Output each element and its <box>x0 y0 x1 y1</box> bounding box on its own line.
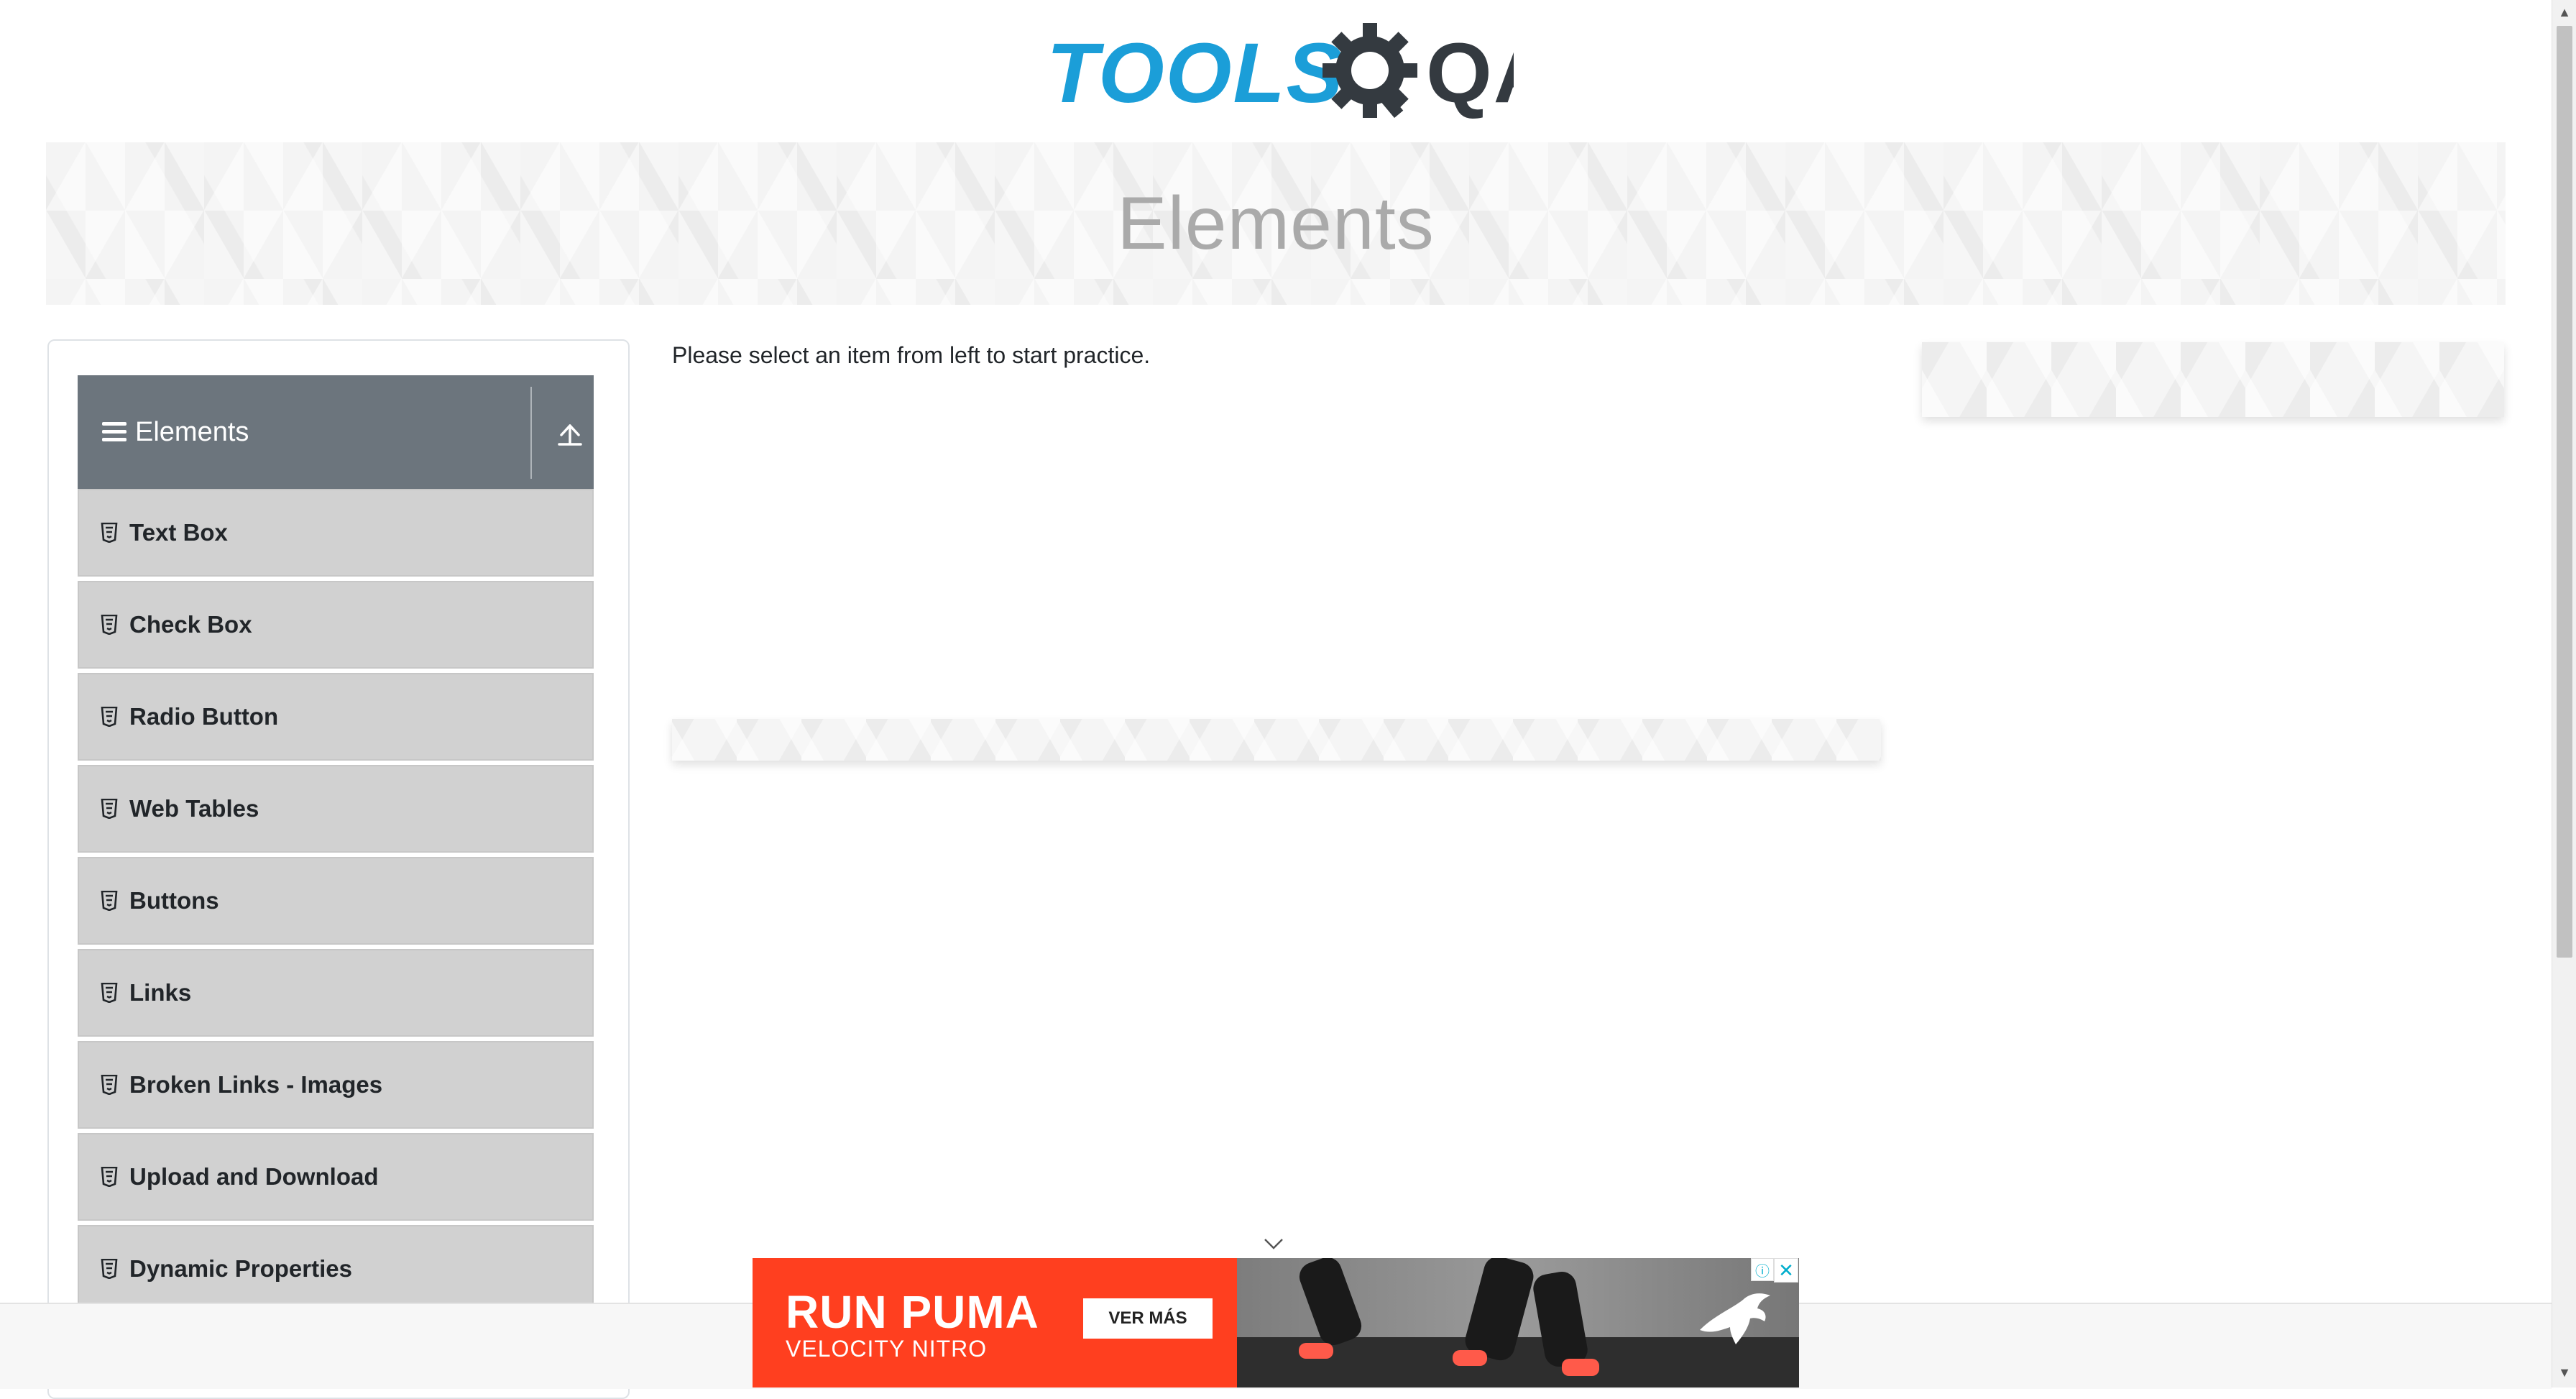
sidebar-item-label: Check Box <box>129 611 252 638</box>
logo-qa-text: QA <box>1426 26 1514 121</box>
sidebar-item-label: Links <box>129 979 192 1006</box>
practice-prompt: Please select an item from left to start… <box>672 342 1151 368</box>
html5-icon <box>101 1075 118 1095</box>
sidebar-item-upload-and-download[interactable]: Upload and Download <box>78 1133 594 1221</box>
sidebar-item-links[interactable]: Links <box>78 949 594 1037</box>
sidebar-group-header-elements[interactable]: Elements <box>78 375 594 489</box>
sidebar-item-label: Web Tables <box>129 795 259 822</box>
html5-icon <box>101 891 118 911</box>
shoe-shape <box>1299 1343 1333 1359</box>
sidebar-item-radio-button[interactable]: Radio Button <box>78 673 594 761</box>
html5-icon <box>101 1259 118 1279</box>
ad-subline: VELOCITY NITRO <box>786 1336 988 1362</box>
ad-placeholder-right <box>1922 342 2504 417</box>
html5-icon <box>101 1167 118 1187</box>
ad-close-icon[interactable]: ✕ <box>1774 1258 1798 1283</box>
html5-icon <box>101 983 118 1003</box>
sidebar-menu: Text Box Check Box Radio Button Web Tabl… <box>78 489 594 1317</box>
sidebar-item-label: Broken Links - Images <box>129 1071 383 1098</box>
ad-cta-button[interactable]: VER MÁS <box>1083 1298 1213 1339</box>
sidebar-item-dynamic-properties[interactable]: Dynamic Properties <box>78 1225 594 1313</box>
sidebar-item-check-box[interactable]: Check Box <box>78 581 594 669</box>
sidebar-item-label: Radio Button <box>129 703 279 730</box>
logo-text: TOOLS <box>1046 26 1344 121</box>
ad-headline: RUN PUMA <box>786 1286 1039 1338</box>
shoe-shape <box>1453 1350 1487 1366</box>
sidebar-group-title: Elements <box>135 416 249 447</box>
html5-icon <box>101 707 118 727</box>
scroll-up-arrow-icon[interactable]: ▲ <box>2558 6 2571 19</box>
sidebar-item-web-tables[interactable]: Web Tables <box>78 765 594 853</box>
html5-icon <box>101 523 118 543</box>
html5-icon <box>101 615 118 635</box>
sidebar-item-buttons[interactable]: Buttons <box>78 857 594 945</box>
toolsqa-logo[interactable]: TOOLS QA <box>1046 22 1555 129</box>
sidebar-item-broken-links-images[interactable]: Broken Links - Images <box>78 1041 594 1129</box>
page-banner: Elements <box>46 142 2506 305</box>
scroll-down-arrow-icon[interactable]: ▼ <box>2558 1366 2571 1379</box>
upload-arrow-icon[interactable] <box>552 416 588 451</box>
page: TOOLS QA Elements <box>0 0 2552 1399</box>
puma-ad-banner[interactable]: RUN PUMA VELOCITY NITRO VER MÁS <box>753 1258 1799 1387</box>
sidebar-item-label: Dynamic Properties <box>129 1255 352 1282</box>
ad-info-icon[interactable]: ⓘ <box>1751 1258 1774 1281</box>
vertical-scrollbar[interactable]: ▲ ▼ <box>2552 0 2576 1387</box>
scrollbar-thumb[interactable] <box>2557 26 2572 958</box>
sidebar-item-label: Buttons <box>129 887 219 914</box>
sidebar-item-label: Upload and Download <box>129 1163 379 1190</box>
ad-text-panel: RUN PUMA VELOCITY NITRO VER MÁS <box>753 1258 1237 1387</box>
sidebar-item-label: Text Box <box>129 519 228 546</box>
ad-image <box>1237 1258 1799 1387</box>
hamburger-icon <box>102 422 126 442</box>
ad-placeholder-center <box>672 719 1881 761</box>
header-divider <box>530 387 532 479</box>
gear-icon <box>1322 23 1417 118</box>
chevron-down-icon[interactable] <box>1262 1235 1285 1252</box>
html5-icon <box>101 799 118 819</box>
shoe-shape <box>1562 1359 1599 1376</box>
puma-logo-icon <box>1700 1293 1770 1344</box>
sidebar-item-text-box[interactable]: Text Box <box>78 489 594 577</box>
page-title: Elements <box>1117 181 1435 265</box>
